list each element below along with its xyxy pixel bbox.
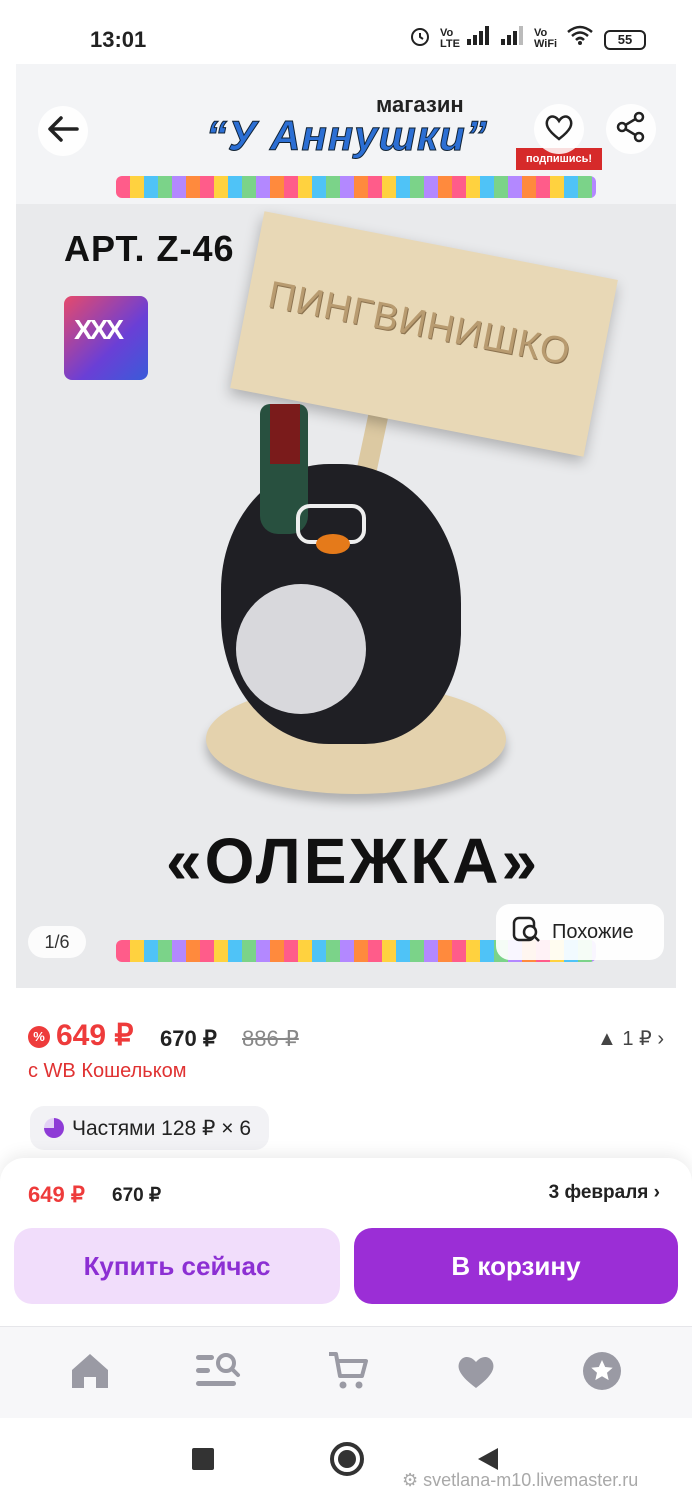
panel-old-price: 670 ₽	[112, 1185, 162, 1206]
nav-favorites[interactable]	[452, 1349, 500, 1397]
product-name-label: «ОЛЕЖКА»	[166, 825, 541, 897]
price-current: 649 ₽	[56, 1019, 134, 1052]
heart-outline-icon	[542, 110, 576, 149]
favorites-heart-icon	[454, 1349, 498, 1398]
signal-icon	[500, 24, 526, 52]
price-row: % 649 ₽ 670 ₽ 886 ₽ ▲ 1 ₽ ›	[28, 1018, 664, 1058]
status-bar: 13:01 Vo LTE Vo WiFi 55	[0, 0, 692, 64]
price-without-wallet: 670 ₽	[160, 1026, 217, 1051]
watermark: ⚙ svetlana-m10.livemaster.ru	[402, 1470, 638, 1491]
article-label: АРТ. Z-46	[64, 228, 235, 269]
nav-profile[interactable]	[578, 1349, 626, 1397]
catalog-search-icon	[194, 1349, 242, 1398]
watermark-text: svetlana-m10.livemaster.ru	[423, 1470, 639, 1490]
product-gallery[interactable]: магазин “У Аннушки” подпишись! АРТ. Z-46…	[16, 64, 676, 988]
nav-catalog[interactable]	[194, 1349, 242, 1397]
similar-search-icon	[512, 915, 542, 950]
wallet-note: с WB Кошельком	[28, 1060, 187, 1082]
installments-chip[interactable]: Частями 128 ₽ × 6	[30, 1106, 270, 1150]
signal-icon	[466, 24, 492, 52]
nav-home[interactable]	[66, 1349, 114, 1397]
brand-logo: XXX	[64, 296, 148, 380]
price-original: 886 ₽	[242, 1026, 299, 1051]
image-counter: 1/6	[28, 926, 86, 958]
penguin-belly	[236, 584, 366, 714]
cart-icon	[326, 1349, 370, 1398]
pie-chart-icon	[44, 1118, 64, 1138]
home-circle-icon[interactable]	[330, 1442, 364, 1476]
recents-square-icon[interactable]	[192, 1448, 214, 1470]
penguin-beak	[316, 534, 350, 554]
add-to-cart-button[interactable]: В корзину	[354, 1228, 678, 1304]
price-change-link[interactable]: ▲ 1 ₽ ›	[597, 1026, 664, 1051]
similar-button[interactable]: Похожие	[496, 904, 664, 960]
buy-now-button[interactable]: Купить сейчас	[14, 1228, 340, 1304]
home-icon	[68, 1349, 112, 1398]
share-icon	[614, 110, 648, 149]
profile-star-icon	[580, 1349, 624, 1398]
nav-cart[interactable]	[324, 1349, 372, 1397]
sign-text: ПИНГВИНИШКО	[264, 274, 575, 374]
share-button[interactable]	[606, 104, 656, 154]
delivery-date[interactable]: 3 февраля ›	[549, 1182, 660, 1204]
battery-level: 55	[617, 32, 633, 47]
wifi-icon	[566, 24, 594, 52]
arrow-left-icon	[43, 109, 83, 154]
panel-price: 649 ₽	[28, 1182, 85, 1207]
similar-label: Похожие	[552, 920, 634, 943]
wallet-discount-icon: %	[28, 1026, 50, 1048]
battery-icon: 55	[604, 30, 646, 50]
buy-panel: 649 ₽ 670 ₽ 3 февраля › Купить сейчас В …	[0, 1158, 692, 1326]
favorite-button[interactable]	[534, 104, 584, 154]
bottle-cap	[270, 404, 300, 464]
shop-name: “У Аннушки”	[206, 112, 488, 160]
threads-decoration	[116, 176, 596, 198]
vowifi-icon: Vo WiFi	[534, 27, 558, 50]
status-time: 13:01	[90, 27, 147, 52]
back-button[interactable]	[38, 106, 88, 156]
installments-label: Частями 128 ₽ × 6	[72, 1116, 252, 1140]
bottom-nav	[0, 1326, 692, 1418]
gear-watermark-icon: ⚙	[402, 1470, 419, 1490]
alarm-icon	[408, 24, 432, 54]
volte-icon: Vo LTE	[440, 27, 460, 50]
